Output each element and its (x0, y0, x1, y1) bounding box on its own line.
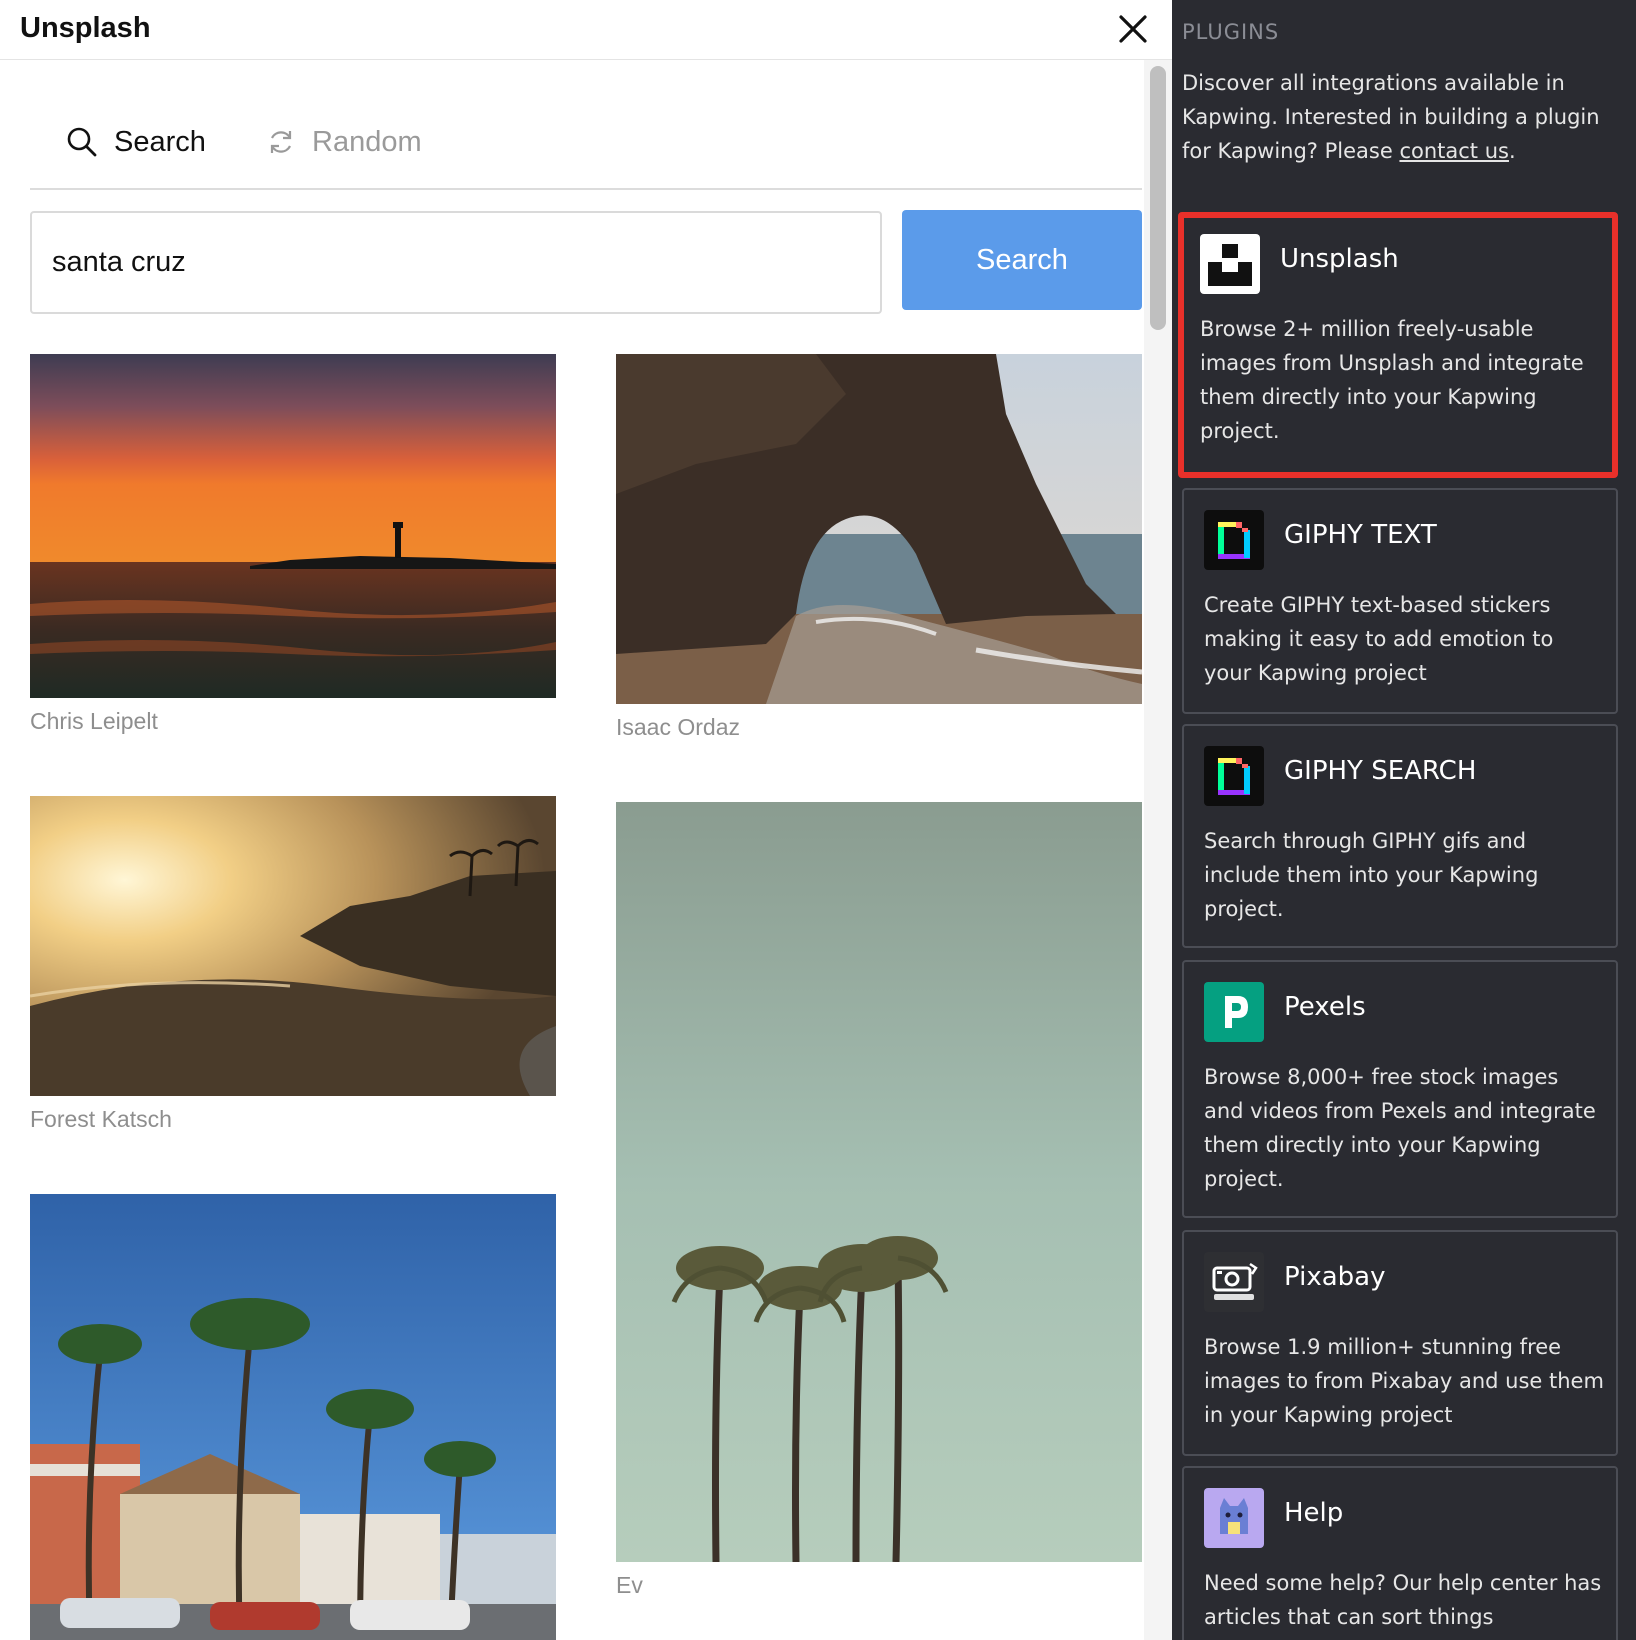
scrollbar-thumb[interactable] (1150, 66, 1166, 330)
photo-rock-arch[interactable] (616, 354, 1142, 704)
plugin-card-giphy-text[interactable]: GIPHY TEXT Create GIPHY text-based stick… (1182, 488, 1618, 714)
plugin-card-pexels[interactable]: Pexels Browse 8,000+ free stock images a… (1182, 960, 1618, 1218)
pixabay-icon (1204, 1252, 1264, 1312)
photo-caption: Ev (616, 1572, 643, 1598)
photo-street-palms-image (30, 1194, 556, 1640)
plugins-intro-end: . (1508, 139, 1516, 163)
refresh-icon (270, 131, 292, 153)
plugin-card-title: Pixabay (1284, 1262, 1386, 1292)
plugin-card-title: GIPHY TEXT (1284, 520, 1437, 550)
close-icon (1119, 15, 1147, 43)
plugin-card-description: Browse 8,000+ free stock images and vide… (1204, 1065, 1596, 1191)
plugins-intro-text: Discover all integrations available in K… (1182, 71, 1600, 163)
unsplash-icon (1200, 234, 1260, 294)
tab-random[interactable]: Random (266, 122, 422, 162)
plugin-card-help[interactable]: Help Need some help? Our help center has… (1182, 1466, 1618, 1640)
giphy-icon (1204, 746, 1264, 806)
modal-title: Unsplash (20, 12, 151, 44)
plugin-card-title: Unsplash (1280, 244, 1399, 274)
tab-random-label: Random (312, 125, 422, 158)
plugin-card-giphy-search[interactable]: GIPHY SEARCH Search through GIPHY gifs a… (1182, 724, 1618, 948)
plugin-card-description: Need some help? Our help center has arti… (1204, 1571, 1602, 1629)
photo-beach-sunset-image (30, 796, 556, 1096)
search-button[interactable]: Search (902, 210, 1142, 310)
photo-caption: Forest Katsch (30, 1106, 172, 1132)
unsplash-modal: Unsplash Search Random Search (0, 0, 1172, 1640)
plugin-card-description: Browse 2+ million freely-usable images f… (1200, 317, 1584, 443)
photo-caption: Isaac Ordaz (616, 714, 740, 740)
photo-palm-trees[interactable] (616, 802, 1142, 1562)
close-button[interactable] (1116, 12, 1150, 46)
plugin-card-description: Browse 1.9 million+ stunning free images… (1204, 1335, 1604, 1427)
plugin-card-description: Create GIPHY text-based stickers making … (1204, 593, 1554, 685)
photo-beach-sunset[interactable] (30, 796, 556, 1096)
tab-search[interactable]: Search (66, 122, 206, 162)
plugin-card-title: Help (1284, 1498, 1344, 1528)
plugin-card-title: GIPHY SEARCH (1284, 756, 1477, 786)
tab-search-label: Search (114, 125, 206, 158)
search-input[interactable] (30, 211, 882, 314)
modal-header: Unsplash (0, 0, 1172, 60)
photo-sunset-lighthouse-image (30, 354, 556, 698)
plugins-heading: PLUGINS (1182, 20, 1280, 44)
tab-bar: Search Random (30, 100, 1142, 190)
search-icon (67, 127, 97, 157)
pexels-icon (1204, 982, 1264, 1042)
plugin-card-pixabay[interactable]: Pixabay Browse 1.9 million+ stunning fre… (1182, 1230, 1618, 1456)
photo-street-palms[interactable] (30, 1194, 556, 1640)
photo-rock-arch-image (616, 354, 1142, 704)
help-cat-icon (1204, 1488, 1264, 1548)
photo-palm-trees-image (616, 802, 1142, 1562)
plugin-card-title: Pexels (1284, 992, 1366, 1022)
photo-caption: Chris Leipelt (30, 708, 158, 734)
plugin-card-description: Search through GIPHY gifs and include th… (1204, 829, 1539, 921)
contact-us-link[interactable]: contact us (1399, 139, 1509, 163)
plugins-intro: Discover all integrations available in K… (1182, 66, 1622, 168)
giphy-icon (1204, 510, 1264, 570)
photo-sunset-lighthouse[interactable] (30, 354, 556, 698)
plugin-card-unsplash[interactable]: Unsplash Browse 2+ million freely-usable… (1178, 212, 1618, 478)
